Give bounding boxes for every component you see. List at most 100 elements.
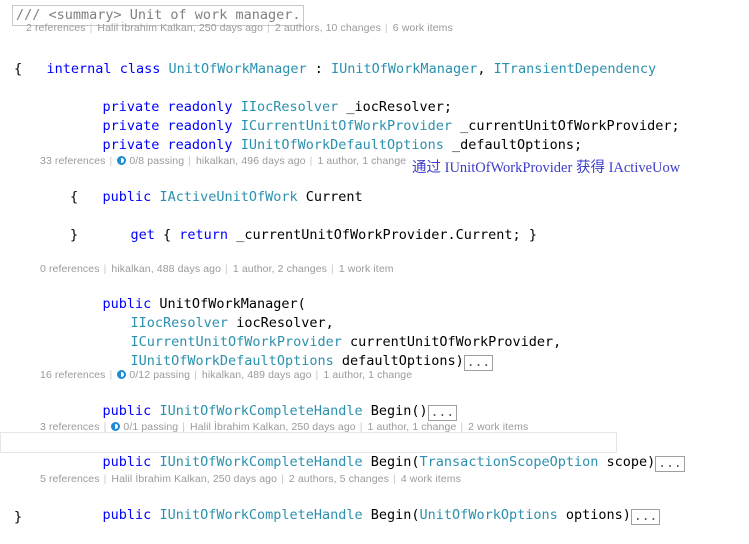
keyword-internal: internal [46,61,112,77]
codelens-changes[interactable]: 1 author, 1 change [323,369,412,381]
codelens-references[interactable]: 5 references [40,473,100,485]
test-status-icon [111,422,121,431]
getter-open-brace: { [154,227,180,243]
codelens-changes[interactable]: 2 authors, 5 changes [289,473,389,485]
return-type: IUnitOfWorkCompleteHandle [159,454,363,470]
codelens-separator: | [392,473,396,485]
codelens-references[interactable]: 2 references [26,22,86,34]
base-interface-2: ITransientDependency [493,61,657,77]
keyword-class: class [119,61,161,77]
codelens-class[interactable]: 2 references | Halil İbrahim Kalkan, 250 d… [26,22,453,35]
codelens-work-items[interactable]: 4 work items [401,473,461,485]
codelens-begin-noargs[interactable]: 16 references | 0/12 passing | hikalkan, 489… [40,369,412,382]
keyword-get: get [130,227,155,243]
codelens-references[interactable]: 33 references [40,155,106,167]
codelens-separator: | [103,473,107,485]
method-name: Begin( [362,454,420,470]
codelens-changes[interactable]: 2 authors, 10 changes [275,22,381,34]
codelens-separator: | [109,369,113,381]
codelens-separator: | [384,22,388,34]
codelens-current-property[interactable]: 33 references | 0/8 passing | hikalkan, 496 … [40,155,406,168]
colon: : [306,61,332,77]
comma: , [477,61,494,77]
keyword-return: return [179,227,229,243]
codelens-author-date[interactable]: hikalkan, 488 days ago [111,263,221,275]
field-type: IUnitOfWorkDefaultOptions [240,137,444,153]
return-type: IUnitOfWorkCompleteHandle [159,507,363,523]
code-line-constructor-param-2: ICurrentUnitOfWorkProvider currentUnitOf… [0,314,562,350]
code-line-constructor-param-3: IUnitOfWorkDefaultOptions defaultOptions… [0,333,494,371]
codelens-references[interactable]: 0 references [40,263,100,275]
codelens-separator: | [225,263,228,275]
codelens-author-date[interactable]: hikalkan, 496 days ago [196,155,306,167]
getter-close-brace: } [528,227,537,243]
codelens-separator: | [309,155,313,167]
method-name: Begin( [362,507,420,523]
chinese-annotation-overlay: 通过 IUnitOfWorkProvider 获得 IActiveUow [412,160,681,176]
codelens-separator: | [281,473,284,485]
param-type: UnitOfWorkOptions [419,507,558,523]
codelens-constructor[interactable]: 0 references | hikalkan, 488 days ago | 1 au… [40,263,394,276]
keyword-public: public [102,454,152,470]
codelens-separator: | [315,369,319,381]
collapsed-block-toggle[interactable]: ... [427,405,458,421]
code-line-field-defaultoptions: private readonly IUnitOfWorkDefaultOptio… [0,117,583,153]
code-line-class-declaration: internal class UnitOfWorkManager : IUnit… [0,41,657,77]
keyword-public: public [102,507,152,523]
codelens-changes[interactable]: 1 author, 1 change [317,155,406,167]
codelens-tests[interactable]: 0/8 passing [129,155,184,167]
code-line-current-property-signature: public IActiveUnitOfWork Current [0,169,363,205]
test-status-icon [117,370,127,379]
property-type: IActiveUnitOfWork [159,189,298,205]
code-line-current-property-getter: get { return _currentUnitOfWorkProvider.… [0,207,537,243]
codelens-author-date[interactable]: hikalkan, 489 days ago [202,369,312,381]
class-name: UnitOfWorkManager [168,61,307,77]
code-line-constructor-param-1: IIocResolver iocResolver, [0,295,334,331]
code-line-field-iocresolver: private readonly IIocResolver _iocResolv… [0,79,453,115]
codelens-work-items[interactable]: 1 work item [339,263,394,275]
field-name: _defaultOptions; [443,137,583,153]
code-line-field-currentunitofworkprovider: private readonly ICurrentUnitOfWorkProvi… [0,98,680,134]
codelens-work-items[interactable]: 6 work items [393,22,453,34]
param-name: defaultOptions) [333,353,464,369]
code-line-begin-transaction-scope: public IUnitOfWorkCompleteHandle Begin(T… [0,434,685,472]
code-line-class-open-brace: { [14,61,23,77]
param-name: scope) [598,454,656,470]
keyword-public: public [102,403,152,419]
codelens-separator: | [194,369,197,381]
collapsed-block-toggle[interactable]: ... [655,456,685,472]
return-type: IUnitOfWorkCompleteHandle [159,403,363,419]
param-type: TransactionScopeOption [419,454,599,470]
codelens-author-date[interactable]: Halil İbrahim Kalkan, 250 days ago [111,473,277,485]
codelens-references[interactable]: 16 references [40,369,106,381]
code-line-current-property-close-brace: } [70,227,79,243]
code-line-begin-noargs: public IUnitOfWorkCompleteHandle Begin()… [0,383,458,421]
getter-expression: _currentUnitOfWorkProvider.Current; [228,227,529,243]
codelens-changes[interactable]: 1 author, 2 changes [233,263,327,275]
codelens-separator: | [267,22,270,34]
method-name: Begin() [362,403,428,419]
param-name: options) [557,507,631,523]
codelens-separator: | [103,263,107,275]
test-status-icon [117,156,127,165]
collapsed-block-toggle[interactable]: ... [630,509,661,525]
code-line-current-property-open-brace: { [70,189,79,205]
base-interface-1: IUnitOfWorkManager [331,61,478,77]
code-editor-surface[interactable]: /// <summary> Unit of work manager. 2 re… [0,0,749,533]
codelens-author-date[interactable]: Halil İbrahim Kalkan, 250 days ago [97,22,263,34]
codelens-tests[interactable]: 0/12 passing [129,369,190,381]
keyword-public: public [102,189,152,205]
codelens-begin-options[interactable]: 5 references | Halil İbrahim Kalkan, 250 d… [40,473,461,486]
param-type: IUnitOfWorkDefaultOptions [130,353,334,369]
codelens-separator: | [331,263,334,275]
code-line-class-close-brace: } [14,509,23,525]
collapsed-block-toggle[interactable]: ... [463,355,494,371]
code-line-begin-options: public IUnitOfWorkCompleteHandle Begin(U… [0,487,661,525]
code-line-constructor-signature: public UnitOfWorkManager( [0,276,306,312]
property-name: Current [297,189,363,205]
codelens-separator: | [109,155,113,167]
codelens-separator: | [188,155,191,167]
field-modifiers: private readonly [102,137,233,153]
